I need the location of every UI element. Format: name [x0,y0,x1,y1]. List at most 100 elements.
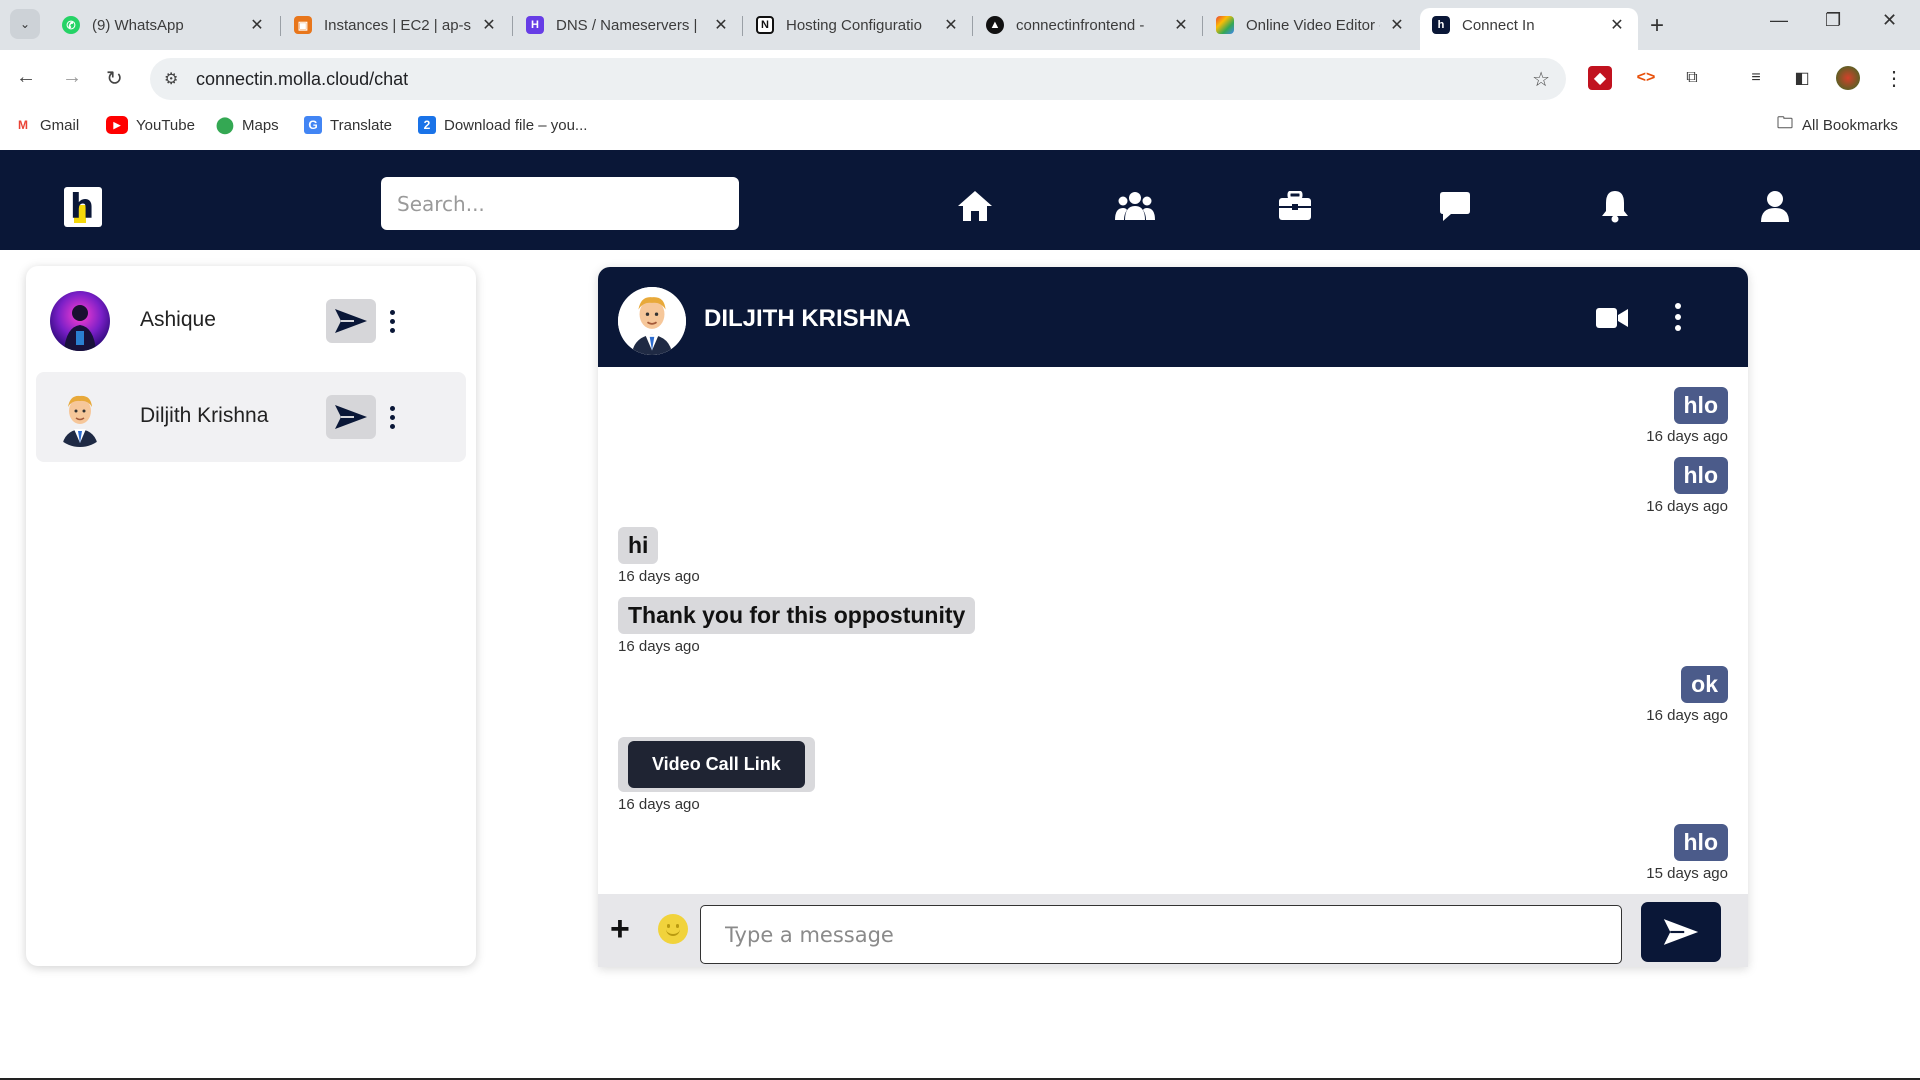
vercel-icon: ▲ [986,16,1004,34]
message-timestamp: 16 days ago [1646,707,1728,724]
ublock-icon[interactable]: ◆ [1588,66,1612,90]
bookmark-star-icon[interactable]: ☆ [1532,67,1550,92]
all-bookmarks[interactable]: 🗀 All Bookmarks [1776,115,1898,134]
profile-avatar[interactable] [1836,66,1860,90]
contact-options-icon[interactable] [382,396,402,438]
contact-name: Ashique [140,308,216,331]
tab-hosting[interactable]: N Hosting Configuratio ✕ [744,8,972,42]
message-outgoing: hlo 16 days ago [1646,457,1728,515]
browser-menu-icon[interactable]: ⋮ [1882,66,1906,90]
minimize-button[interactable]: — [1770,10,1788,31]
home-icon[interactable] [955,186,995,226]
bookmark-download[interactable]: 2 Download file – you... [418,116,587,134]
new-tab-button[interactable]: + [1650,12,1664,40]
chat-title: DILJITH KRISHNA [704,305,911,332]
connectin-icon: h [1432,16,1450,34]
aws-icon: ▣ [294,16,312,34]
message-bubble: hlo [1673,387,1728,424]
tab-video-editor[interactable]: Online Video Editor - ✕ [1204,8,1418,42]
close-icon[interactable]: ✕ [1172,15,1190,35]
message-incoming: Video Call Link 16 days ago [618,737,815,813]
video-call-link-button[interactable]: Video Call Link [628,741,805,788]
close-icon[interactable]: ✕ [942,15,960,35]
avatar [50,387,110,447]
search-input[interactable] [381,177,739,230]
close-icon[interactable]: ✕ [712,15,730,35]
message-incoming: hi 16 days ago [618,527,700,585]
media-control-icon[interactable]: ≡ [1744,66,1768,90]
chat-avatar [618,287,686,355]
send-icon [1663,919,1699,945]
app-logo[interactable]: h [64,187,102,227]
back-icon[interactable]: ← [16,66,36,89]
close-icon[interactable]: ✕ [1388,15,1406,35]
message-composer: + [598,894,1748,967]
omnibox[interactable]: ⚙ connectin.molla.cloud/chat ☆ [150,58,1566,100]
url-text[interactable]: connectin.molla.cloud/chat [196,69,408,90]
contact-item-ashique[interactable]: Ashique [36,276,466,366]
avatar [50,291,110,351]
chat-header: DILJITH KRISHNA [598,267,1748,367]
video-editor-icon [1216,16,1234,34]
tab-search-button[interactable]: ⌄ [10,9,40,39]
message-timestamp: 16 days ago [1646,498,1728,515]
maps-icon: ⬤ [216,117,234,134]
message-bubble: Video Call Link [618,737,815,792]
close-icon[interactable]: ✕ [480,15,498,35]
tab-title: Online Video Editor - [1246,16,1380,34]
network-people-icon[interactable] [1115,186,1155,226]
message-timestamp: 16 days ago [618,638,700,655]
emoji-icon[interactable] [658,914,688,944]
close-window-button[interactable]: ✕ [1882,10,1897,31]
chat-options-icon[interactable] [1675,303,1681,331]
message-bubble: hlo [1673,457,1728,494]
send-message-button[interactable] [326,299,376,343]
code-extension-icon[interactable]: <> [1634,66,1658,90]
message-outgoing: ok 16 days ago [1646,666,1728,724]
contact-options-icon[interactable] [382,300,402,342]
bookmark-translate[interactable]: G Translate [304,116,392,134]
close-icon[interactable]: ✕ [248,15,266,35]
attach-plus-icon[interactable]: + [610,910,630,949]
reload-icon[interactable]: ↻ [106,66,123,91]
tab-title: Instances | EC2 | ap-s [324,16,472,34]
tab-whatsapp[interactable]: ✆ (9) WhatsApp ✕ [50,8,278,42]
message-bubble: ok [1681,666,1728,703]
translate-icon: G [304,116,322,134]
forward-icon[interactable]: → [62,66,82,89]
messages-chat-icon[interactable] [1435,186,1475,226]
close-icon[interactable]: ✕ [1608,15,1626,35]
contact-item-diljith-krishna[interactable]: Diljith Krishna [36,372,466,462]
message-outgoing: hlo 15 days ago [1646,824,1728,882]
download-icon: 2 [418,116,436,134]
bookmark-youtube[interactable]: ▶ YouTube [106,116,195,134]
side-panel-icon[interactable]: ◧ [1790,66,1814,90]
contact-name: Diljith Krishna [140,404,269,427]
tab-connect-in[interactable]: h Connect In ✕ [1420,8,1638,50]
extensions-puzzle-icon[interactable]: ⧉ [1680,66,1704,90]
bookmark-gmail[interactable]: M Gmail [14,116,79,134]
send-icon [335,405,367,429]
chat-panel: DILJITH KRISHNA hlo 16 days ago hlo 16 d… [598,267,1748,967]
notifications-bell-icon[interactable] [1595,186,1635,226]
video-call-icon[interactable] [1596,307,1628,334]
message-outgoing: hlo 16 days ago [1646,387,1728,445]
bookmarks-bar [0,110,1920,150]
tab-ec2[interactable]: ▣ Instances | EC2 | ap-s ✕ [282,8,510,42]
send-message-button[interactable] [326,395,376,439]
message-timestamp: 16 days ago [1646,428,1728,445]
message-timestamp: 16 days ago [618,568,700,585]
message-input[interactable] [700,905,1622,964]
message-list: hlo 16 days ago hlo 16 days ago hi 16 da… [598,367,1748,894]
message-bubble: hlo [1673,824,1728,861]
site-settings-icon[interactable]: ⚙ [164,69,178,89]
profile-user-icon[interactable] [1755,186,1795,226]
tab-dns[interactable]: H DNS / Nameservers | ✕ [514,8,742,42]
bookmark-maps[interactable]: ⬤ Maps [216,116,279,135]
send-button[interactable] [1641,902,1721,962]
restore-button[interactable]: ❐ [1825,10,1841,31]
tab-vercel[interactable]: ▲ connectinfrontend - ✕ [974,8,1202,42]
tab-title: connectinfrontend - [1016,16,1145,34]
jobs-briefcase-icon[interactable] [1275,186,1315,226]
tab-title: DNS / Nameservers | [556,16,698,34]
